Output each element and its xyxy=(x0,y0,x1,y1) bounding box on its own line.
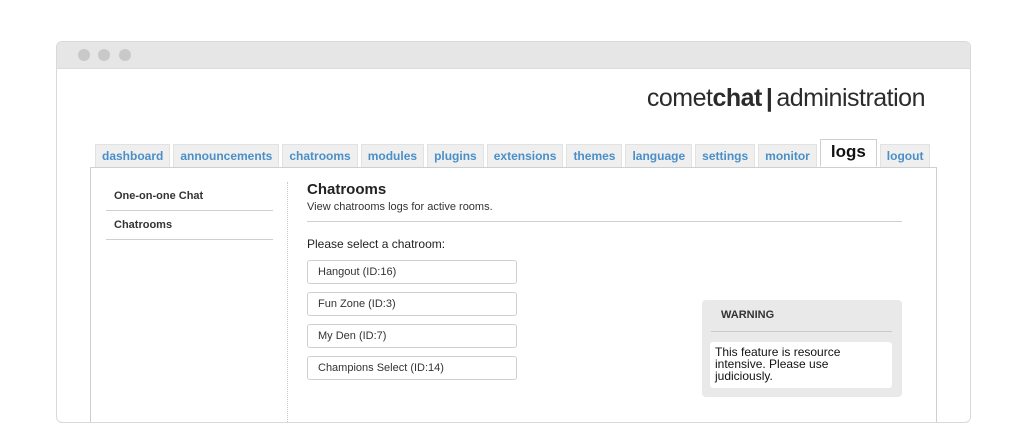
warning-box: WARNING This feature is resource intensi… xyxy=(702,300,902,397)
brand-part-administration: administration xyxy=(776,84,925,112)
window-dot-icon xyxy=(78,49,90,61)
chatroom-button-fun-zone[interactable]: Fun Zone (ID:3) xyxy=(307,292,517,316)
tab-themes[interactable]: themes xyxy=(566,144,623,167)
tab-extensions[interactable]: extensions xyxy=(486,144,564,167)
tab-monitor[interactable]: monitor xyxy=(758,144,817,167)
chatroom-button-my-den[interactable]: My Den (ID:7) xyxy=(307,324,517,348)
title-divider xyxy=(307,221,902,222)
tab-logs[interactable]: logs xyxy=(819,139,877,167)
window-dot-icon xyxy=(119,49,131,61)
logs-panel: One-on-one Chat Chatrooms Chatrooms View… xyxy=(90,167,937,422)
warning-divider xyxy=(711,331,892,332)
tab-logout[interactable]: logout xyxy=(879,144,931,167)
chatroom-button-hangout[interactable]: Hangout (ID:16) xyxy=(307,260,517,284)
sidebar-item-one-on-one-chat[interactable]: One-on-one Chat xyxy=(106,182,273,211)
page-subtitle: View chatrooms logs for active rooms. xyxy=(307,201,493,213)
select-prompt: Please select a chatroom: xyxy=(307,237,446,251)
tab-modules[interactable]: modules xyxy=(360,144,425,167)
sidebar-item-chatrooms[interactable]: Chatrooms xyxy=(106,211,273,240)
brand-logo: cometchat | administration xyxy=(646,84,926,113)
main-tabs: dashboard announcements chatrooms module… xyxy=(95,139,933,167)
window-dot-icon xyxy=(98,49,110,61)
tab-language[interactable]: language xyxy=(625,144,693,167)
browser-window: cometchat | administration dashboard annou… xyxy=(56,41,971,423)
brand-part-comet: comet xyxy=(646,84,713,112)
tab-dashboard[interactable]: dashboard xyxy=(95,144,171,167)
brand-part-chat: chat xyxy=(712,84,762,112)
tab-plugins[interactable]: plugins xyxy=(427,144,484,167)
window-titlebar xyxy=(57,42,970,69)
tab-announcements[interactable]: announcements xyxy=(173,144,280,167)
sidebar: One-on-one Chat Chatrooms xyxy=(106,182,273,240)
chatroom-button-champions-select[interactable]: Champions Select (ID:14) xyxy=(307,356,517,380)
page-title: Chatrooms xyxy=(307,181,387,198)
tab-chatrooms[interactable]: chatrooms xyxy=(282,144,358,167)
warning-title: WARNING xyxy=(721,309,775,321)
warning-message: This feature is resource intensive. Plea… xyxy=(710,342,892,388)
column-divider xyxy=(287,182,288,422)
tab-settings[interactable]: settings xyxy=(695,144,756,167)
brand-separator: | xyxy=(765,84,773,112)
